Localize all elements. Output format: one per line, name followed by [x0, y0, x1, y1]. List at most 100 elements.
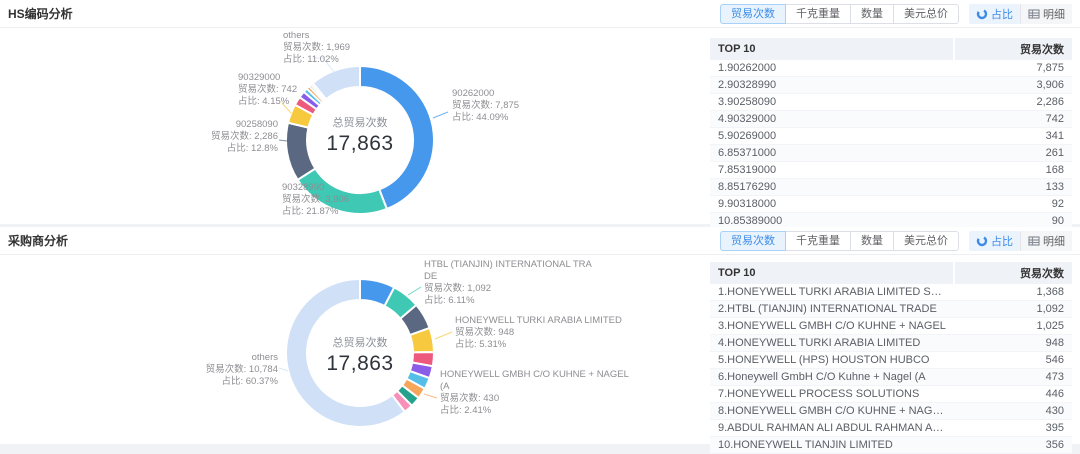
view-button-detail[interactable]: 明细 [1020, 4, 1072, 24]
slice-callout-line: 90258090 [194, 119, 278, 131]
row-value: 395 [954, 420, 1072, 437]
table-row: 4.HONEYWELL TURKI ARABIA LIMITED948 [710, 335, 1072, 352]
slice-callout: HONEYWELL TURKI ARABIA LIMITED贸易次数: 948占… [455, 315, 622, 351]
slice-callout-line: 贸易次数: 948 [455, 327, 622, 339]
row-value: 2,286 [954, 94, 1072, 111]
slice-callout-line: 贸易次数: 742 [238, 84, 297, 96]
slice-callout-line: 90329000 [238, 72, 297, 84]
view-button-label: 占比 [991, 6, 1013, 22]
row-value: 168 [954, 162, 1072, 179]
row-name: 6.Honeywell GmbH C/O Kuhne + Nagel (A [710, 369, 954, 386]
table-row: 8.HONEYWELL GMBH C/O KUHNE + NAGEL (A430 [710, 403, 1072, 420]
row-name: 4.90329000 [710, 111, 954, 128]
slice-callout: others贸易次数: 10,784占比: 60.37% [166, 352, 278, 388]
table-header-row: TOP 10 贸易次数 [710, 262, 1072, 284]
slice-callout-line: HTBL (TIANJIN) INTERNATIONAL TRA [424, 259, 592, 271]
buyer-analysis-section: 采购商分析 贸易次数 千克重量 数量 美元总价 占比 [0, 227, 1080, 444]
donut-chart-icon [976, 8, 988, 20]
row-name: 7.85319000 [710, 162, 954, 179]
row-name: 5.HONEYWELL (HPS) HOUSTON HUBCO [710, 352, 954, 369]
metric-button-quantity[interactable]: 数量 [850, 231, 894, 251]
metric-button-trade-count[interactable]: 贸易次数 [720, 4, 786, 24]
slice-callout-line: others [283, 30, 350, 42]
slice-callout-line: 占比: 44.09% [452, 112, 519, 124]
section-title: HS编码分析 [8, 5, 73, 22]
slice-callout-line: 占比: 6.11% [424, 295, 592, 307]
slice-callout-line: 贸易次数: 1,969 [283, 42, 350, 54]
slice-callout-line: 90262000 [452, 88, 519, 100]
slice-callout-line: HONEYWELL TURKI ARABIA LIMITED [455, 315, 622, 327]
view-toggle: 占比 明细 [969, 231, 1072, 251]
label-leader-line [408, 287, 421, 295]
slice-callout-line: 贸易次数: 10,784 [166, 364, 278, 376]
section-header: HS编码分析 贸易次数 千克重量 数量 美元总价 占比 [0, 0, 1080, 28]
table-header-metric: 贸易次数 [954, 38, 1072, 60]
table-row: 9.9031800092 [710, 196, 1072, 213]
hs-code-donut-chart: others贸易次数: 1,969占比: 11.02%90329000贸易次数:… [0, 28, 705, 224]
row-name: 3.HONEYWELL GMBH C/O KUHNE + NAGEL [710, 318, 954, 335]
slice-callout-line: others [166, 352, 278, 364]
metric-button-kg-weight[interactable]: 千克重量 [785, 231, 851, 251]
hs-code-top10-table: TOP 10 贸易次数 1.902620007,8752.903289903,9… [710, 38, 1072, 230]
metric-button-usd-total[interactable]: 美元总价 [893, 4, 959, 24]
row-name: 3.90258090 [710, 94, 954, 111]
row-name: 6.85371000 [710, 145, 954, 162]
slice-callout: 90262000贸易次数: 7,875占比: 44.09% [452, 88, 519, 124]
row-name: 7.HONEYWELL PROCESS SOLUTIONS [710, 386, 954, 403]
label-leader-line [424, 394, 437, 398]
metric-button-group: 贸易次数 千克重量 数量 美元总价 [720, 231, 959, 251]
view-button-label: 明细 [1043, 233, 1065, 249]
slice-callout-line: 贸易次数: 7,875 [452, 100, 519, 112]
table-row: 3.902580902,286 [710, 94, 1072, 111]
table-row: 2.HTBL (TIANJIN) INTERNATIONAL TRADE1,09… [710, 301, 1072, 318]
table-row: 5.HONEYWELL (HPS) HOUSTON HUBCO546 [710, 352, 1072, 369]
row-name: 8.85176290 [710, 179, 954, 196]
table-row: 2.903289903,906 [710, 77, 1072, 94]
slice-callout: 90328990贸易次数: 3,906占比: 21.87% [282, 182, 349, 218]
row-value: 92 [954, 196, 1072, 213]
grid-icon [1028, 8, 1040, 20]
buyer-top10-table: TOP 10 贸易次数 1.HONEYWELL TURKI ARABIA LIM… [710, 262, 1072, 454]
hs-code-analysis-section: HS编码分析 贸易次数 千克重量 数量 美元总价 占比 [0, 0, 1080, 224]
view-button-ratio[interactable]: 占比 [969, 4, 1020, 24]
slice-callout-line: 占比: 21.87% [282, 206, 349, 218]
table-row: 9.ABDUL RAHMAN ALI ABDUL RAHMAN AL-TU395 [710, 420, 1072, 437]
row-value: 446 [954, 386, 1072, 403]
label-leader-line [433, 112, 448, 118]
slice-callout-line: 占比: 60.37% [166, 376, 278, 388]
slice-callout-line: HONEYWELL GMBH C/O KUHNE + NAGEL [440, 369, 629, 381]
donut-center-value: 17,863 [326, 132, 393, 156]
row-value: 473 [954, 369, 1072, 386]
view-button-label: 明细 [1043, 6, 1065, 22]
view-button-detail[interactable]: 明细 [1020, 231, 1072, 251]
slice-callout-line: 贸易次数: 1,092 [424, 283, 592, 295]
slice-callout-line: 占比: 2.41% [440, 405, 629, 417]
slice-callout-line: DE [424, 271, 592, 283]
slice-callout: HTBL (TIANJIN) INTERNATIONAL TRADE贸易次数: … [424, 259, 592, 307]
row-value: 261 [954, 145, 1072, 162]
slice-callout-line: 贸易次数: 430 [440, 393, 629, 405]
row-value: 1,368 [954, 284, 1072, 301]
slice-callout-line: 贸易次数: 2,286 [194, 131, 278, 143]
row-name: 1.90262000 [710, 60, 954, 77]
pie-slice-90258090[interactable] [286, 123, 315, 180]
row-value: 546 [954, 352, 1072, 369]
section-title: 采购商分析 [8, 232, 68, 249]
donut-center-title: 总贸易次数 [326, 114, 393, 130]
slice-callout-line: 占比: 12.8% [194, 143, 278, 155]
table-row: 7.HONEYWELL PROCESS SOLUTIONS446 [710, 386, 1072, 403]
donut-center-title: 总贸易次数 [326, 334, 393, 350]
metric-button-trade-count[interactable]: 贸易次数 [720, 231, 786, 251]
slice-callout: 90329000贸易次数: 742占比: 4.15% [238, 72, 297, 108]
metric-button-kg-weight[interactable]: 千克重量 [785, 4, 851, 24]
table-row: 6.Honeywell GmbH C/O Kuhne + Nagel (A473 [710, 369, 1072, 386]
slice-callout-line: 占比: 11.02% [283, 54, 350, 66]
metric-button-usd-total[interactable]: 美元总价 [893, 231, 959, 251]
metric-button-quantity[interactable]: 数量 [850, 4, 894, 24]
section-toolbar: 贸易次数 千克重量 数量 美元总价 占比 [720, 231, 1072, 251]
table-header-top10: TOP 10 [710, 262, 954, 284]
view-button-ratio[interactable]: 占比 [969, 231, 1020, 251]
grid-icon [1028, 235, 1040, 247]
slice-callout: 90258090贸易次数: 2,286占比: 12.8% [194, 119, 278, 155]
slice-callout-line: 贸易次数: 3,906 [282, 194, 349, 206]
